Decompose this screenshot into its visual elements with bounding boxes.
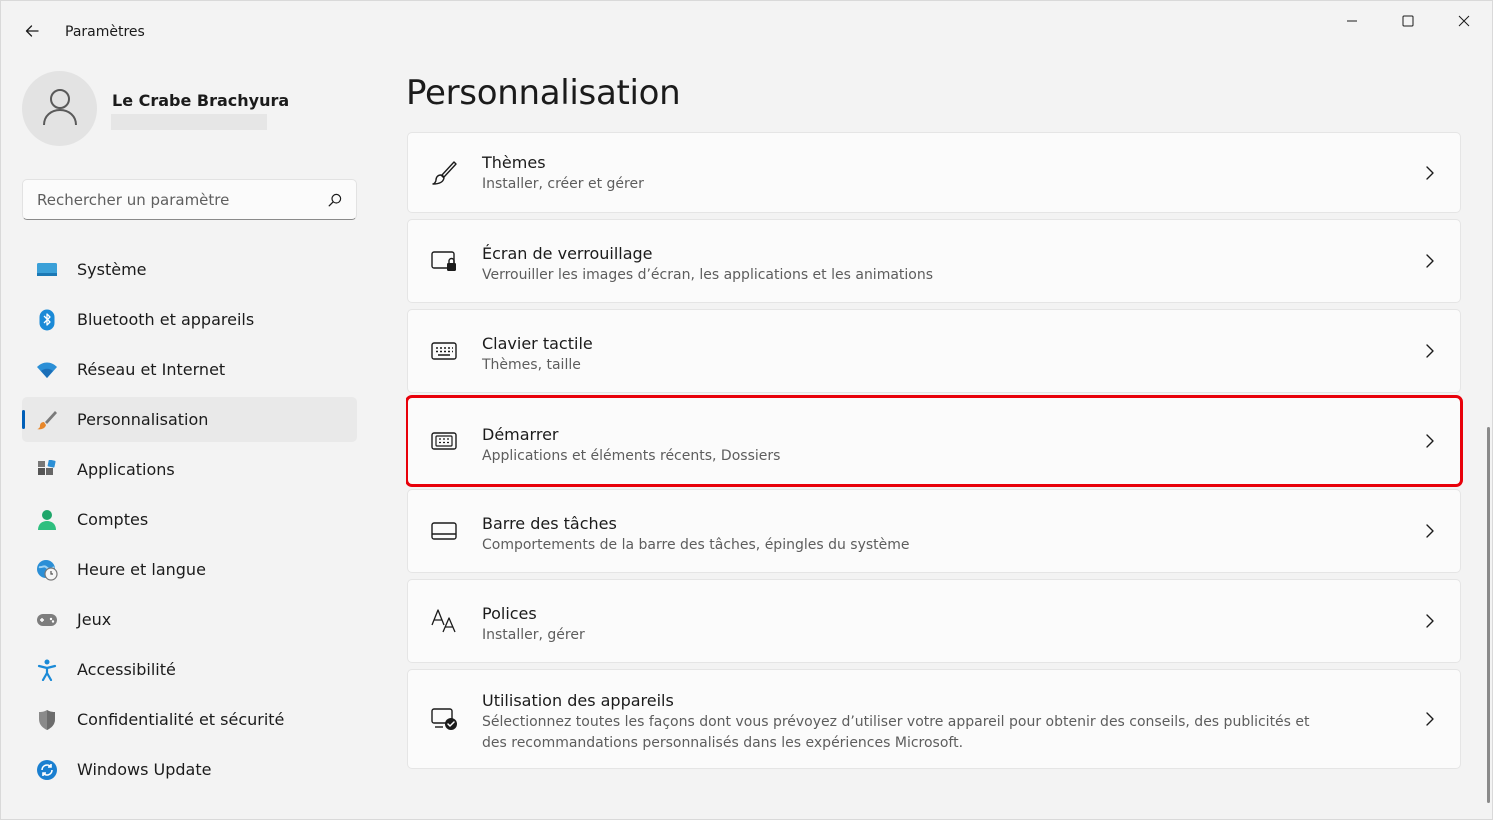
keyboard-icon	[430, 337, 458, 365]
card-subtitle: Verrouiller les images d’écran, les appl…	[482, 267, 934, 283]
wifi-icon	[36, 359, 58, 381]
search-icon[interactable]	[326, 191, 344, 209]
minimize-button[interactable]	[1324, 1, 1380, 41]
sidebar-item-applications[interactable]: Applications	[22, 447, 357, 492]
close-button[interactable]	[1436, 1, 1492, 41]
taskbar-icon	[430, 517, 458, 545]
card-clavier-tactile[interactable]: Clavier tactile Thèmes, taille	[407, 309, 1461, 393]
sidebar-item-systeme[interactable]: Système	[22, 247, 357, 292]
update-icon	[36, 759, 58, 781]
maximize-icon	[1402, 12, 1414, 31]
scrollbar[interactable]	[1487, 427, 1490, 803]
globe-clock-icon	[36, 559, 58, 581]
card-subtitle: Thèmes, taille	[482, 357, 581, 373]
card-subtitle: Comportements de la barre des tâches, ép…	[482, 537, 910, 553]
sidebar-item-label: Confidentialité et sécurité	[77, 710, 285, 729]
sidebar-item-label: Bluetooth et appareils	[77, 310, 255, 329]
card-utilisation-appareils[interactable]: Utilisation des appareils Sélectionnez t…	[407, 669, 1461, 769]
back-button[interactable]	[15, 19, 49, 47]
start-menu-icon	[430, 427, 458, 455]
settings-list: Thèmes Installer, créer et gérer Écran d…	[406, 132, 1464, 819]
sidebar-item-comptes[interactable]: Comptes	[22, 497, 357, 542]
card-subtitle: Applications et éléments récents, Dossie…	[482, 448, 781, 464]
card-title: Clavier tactile	[482, 334, 593, 353]
user-email-redacted	[111, 114, 267, 130]
apps-icon	[36, 459, 58, 481]
sidebar-item-label: Système	[77, 260, 147, 279]
user-name: Le Crabe Brachyura	[112, 91, 290, 110]
sidebar-item-label: Réseau et Internet	[77, 360, 226, 379]
card-subtitle: Installer, créer et gérer	[482, 176, 644, 192]
sidebar-item-label: Personnalisation	[77, 410, 209, 429]
sidebar-item-heure-langue[interactable]: Heure et langue	[22, 547, 357, 592]
sidebar-item-label: Jeux	[77, 610, 112, 629]
accessibility-icon	[36, 659, 58, 681]
sidebar-item-reseau[interactable]: Réseau et Internet	[22, 347, 357, 392]
search-box[interactable]	[22, 179, 357, 220]
sidebar-nav: Système Bluetooth et appareils Réseau et…	[22, 247, 357, 797]
card-title: Utilisation des appareils	[482, 691, 674, 710]
card-title: Démarrer	[482, 425, 559, 444]
card-polices[interactable]: Polices Installer, gérer	[407, 579, 1461, 663]
device-usage-icon	[430, 705, 458, 733]
card-barre-taches[interactable]: Barre des tâches Comportements de la bar…	[407, 489, 1461, 573]
sidebar-item-bluetooth[interactable]: Bluetooth et appareils	[22, 297, 357, 342]
title-bar: Paramètres	[1, 1, 1492, 65]
chevron-right-icon	[1422, 253, 1438, 269]
gamepad-icon	[36, 609, 58, 631]
chevron-right-icon	[1422, 613, 1438, 629]
minimize-icon	[1346, 12, 1358, 31]
app-title: Paramètres	[65, 24, 145, 40]
monitor-icon	[36, 259, 58, 281]
sidebar-item-label: Comptes	[77, 510, 149, 529]
maximize-button[interactable]	[1380, 1, 1436, 41]
arrow-left-icon	[24, 23, 40, 43]
chevron-right-icon	[1422, 165, 1438, 181]
chevron-right-icon	[1422, 523, 1438, 539]
card-themes[interactable]: Thèmes Installer, créer et gérer	[407, 132, 1461, 213]
chevron-right-icon	[1422, 711, 1438, 727]
card-title: Écran de verrouillage	[482, 244, 653, 263]
sidebar-item-label: Heure et langue	[77, 560, 206, 579]
lock-screen-icon	[430, 247, 458, 275]
fonts-icon	[430, 607, 458, 635]
card-title: Thèmes	[482, 153, 546, 172]
card-demarrer[interactable]: Démarrer Applications et éléments récent…	[406, 395, 1463, 487]
chevron-right-icon	[1422, 433, 1438, 449]
sidebar-item-label: Accessibilité	[77, 660, 176, 679]
shield-icon	[36, 709, 58, 731]
sidebar-item-label: Windows Update	[77, 760, 212, 779]
brush-icon	[430, 159, 458, 187]
user-profile[interactable]: Le Crabe Brachyura	[22, 71, 362, 149]
search-input[interactable]	[37, 190, 326, 209]
settings-window: Paramètres Le Crabe Brachyura Rechercher…	[0, 0, 1493, 820]
sidebar-item-personnalisation[interactable]: Personnalisation	[22, 397, 357, 442]
account-icon	[36, 509, 58, 531]
sidebar-item-jeux[interactable]: Jeux	[22, 597, 357, 642]
page-title: Personnalisation	[406, 73, 681, 113]
sidebar-item-windows-update[interactable]: Windows Update	[22, 747, 357, 792]
card-title: Polices	[482, 604, 537, 623]
chevron-right-icon	[1422, 343, 1438, 359]
card-subtitle: Sélectionnez toutes les façons dont vous…	[482, 714, 1310, 751]
card-title: Barre des tâches	[482, 514, 617, 533]
sidebar-item-label: Applications	[77, 460, 175, 479]
paintbrush-icon	[36, 409, 58, 431]
bluetooth-icon	[36, 309, 58, 331]
card-subtitle: Installer, gérer	[482, 627, 585, 643]
person-icon	[42, 87, 78, 131]
close-icon	[1458, 12, 1470, 31]
sidebar-item-confidentialite[interactable]: Confidentialité et sécurité	[22, 697, 357, 742]
avatar[interactable]	[22, 71, 97, 146]
card-ecran-verrouillage[interactable]: Écran de verrouillage Verrouiller les im…	[407, 219, 1461, 303]
sidebar-item-accessibilite[interactable]: Accessibilité	[22, 647, 357, 692]
